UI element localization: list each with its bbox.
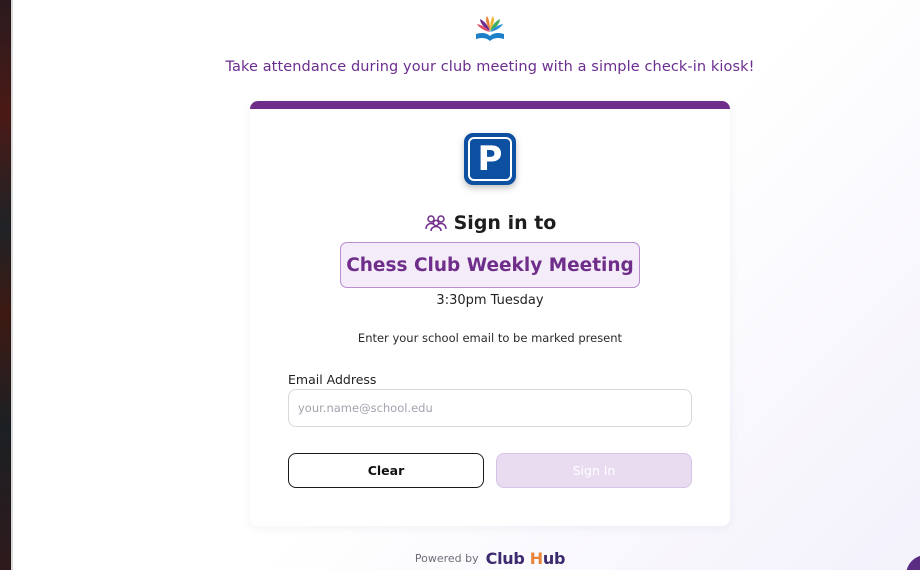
brand-ub: ub xyxy=(542,549,566,568)
people-group-icon xyxy=(424,215,447,232)
checkin-card: P Sign in to Chess Club Weekly Meeting 3… xyxy=(250,101,730,526)
brand-club: Club xyxy=(485,549,525,568)
club-hub-logo: Club Hub xyxy=(486,549,566,568)
sign-in-button[interactable]: Sign In xyxy=(496,453,692,488)
powered-by-text: Powered by xyxy=(414,552,479,565)
signin-heading: Sign in to xyxy=(250,212,730,234)
parking-sign-icon: P xyxy=(464,133,516,185)
footer: Powered by Club Hub xyxy=(0,549,920,568)
brand-h: H xyxy=(529,549,543,568)
meeting-name-badge: Chess Club Weekly Meeting xyxy=(340,242,640,288)
instructions-text: Enter your school email to be marked pre… xyxy=(357,331,623,345)
books-flower-icon xyxy=(476,16,504,41)
page-tagline: Take attendance during your club meeting… xyxy=(225,59,755,75)
signin-title: Sign in to xyxy=(453,212,557,234)
meeting-time: 3:30pm Tuesday xyxy=(436,293,544,308)
club-icon-letter: P xyxy=(468,137,512,181)
email-field[interactable] xyxy=(288,389,692,427)
app-logo xyxy=(465,5,515,53)
background-window-edge xyxy=(0,0,13,570)
email-label: Email Address xyxy=(288,372,377,387)
clear-button[interactable]: Clear xyxy=(288,453,484,488)
